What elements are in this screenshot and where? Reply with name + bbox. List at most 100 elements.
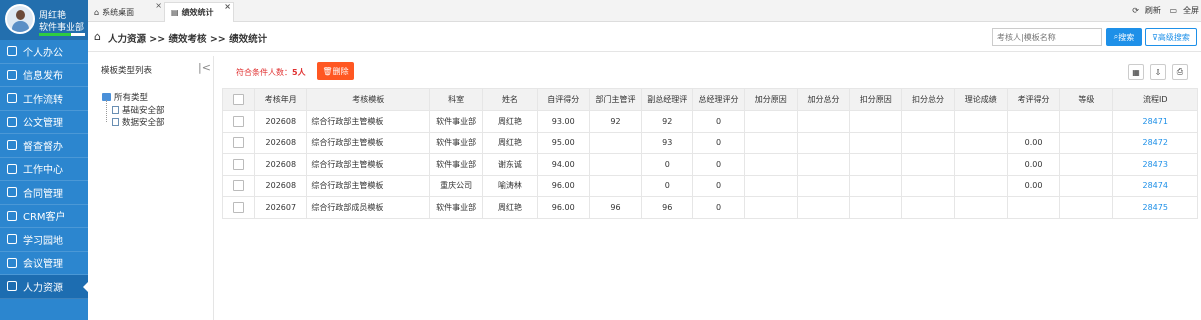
table-cell [743, 131, 798, 154]
column-header[interactable]: 理论成绩 [953, 88, 1008, 111]
sidebar-item[interactable]: 工作中心 [0, 158, 88, 181]
module-icon [7, 69, 17, 80]
process-id-link[interactable]: 28475 [1112, 196, 1198, 219]
refresh-button[interactable]: ⟳ 刷新 [1132, 6, 1161, 15]
table-cell [743, 174, 798, 197]
process-id-link[interactable]: 28472 [1112, 131, 1198, 154]
table-row[interactable]: 202607 综合行政部成员模板 软件事业部 周红艳 96.00 96 96 0 28475 [221, 196, 1198, 219]
advanced-search-label: 高级搜索 [1157, 32, 1190, 42]
result-count: 符合条件人数：5人 [236, 67, 306, 78]
process-id-link[interactable]: 28471 [1112, 110, 1198, 133]
search-label: 搜索 [1118, 32, 1135, 42]
column-header[interactable]: 加分总分 [796, 88, 851, 111]
sidebar-item[interactable]: 公文管理 [0, 111, 88, 134]
table-cell: 0.00 [1006, 153, 1061, 176]
columns-icon[interactable]: ▦ [1128, 64, 1144, 80]
tree-item-label: 基础安全部 [122, 106, 165, 116]
sidebar-item[interactable]: 人力资源 [0, 275, 89, 299]
tree-item[interactable]: 基础安全部 [112, 104, 165, 116]
tab-performance-stats[interactable]: ▤ 绩效统计 × [164, 2, 234, 22]
column-header[interactable]: 流程ID [1112, 88, 1198, 111]
home-icon[interactable]: ⌂ [94, 30, 101, 43]
table-cell [953, 110, 1008, 133]
column-header[interactable]: 考评得分 [1006, 88, 1061, 111]
table-row[interactable]: 202608 综合行政部主管模板 软件事业部 周红艳 95.00 93 0 0.00 28472 [221, 131, 1198, 154]
table-cell: 202608 [254, 174, 308, 197]
table-cell: 93.00 [536, 110, 590, 133]
sidebar-item[interactable]: 会议管理 [0, 252, 88, 275]
column-header[interactable]: 姓名 [482, 88, 538, 111]
search-input[interactable] [992, 28, 1102, 46]
module-icon [7, 257, 17, 268]
document-icon [112, 106, 119, 114]
sidebar-item[interactable]: 学习园地 [0, 228, 88, 252]
select-all-checkbox[interactable] [233, 94, 245, 105]
column-header[interactable]: 扣分原因 [849, 88, 903, 111]
column-header[interactable]: 扣分总分 [901, 88, 955, 111]
table-cell [953, 131, 1008, 154]
tab-system-desktop[interactable]: ⌂ 系统桌面 × [88, 1, 164, 22]
collapse-icon[interactable]: |< [198, 61, 211, 74]
column-header[interactable]: 总经理评分 [692, 88, 745, 111]
row-select-cell [221, 153, 256, 176]
tab-label: 系统桌面 [102, 7, 135, 17]
column-header[interactable]: 考核年月 [254, 88, 308, 111]
column-header[interactable]: 自评得分 [536, 88, 590, 111]
fullscreen-label: 全屏 [1183, 6, 1199, 15]
export-icon[interactable]: ⇩ [1150, 64, 1166, 80]
template-type-panel: 模板类型列表 |< 所有类型 基础安全部 数据安全部 [92, 56, 214, 320]
row-checkbox[interactable] [233, 180, 245, 192]
row-checkbox[interactable] [233, 158, 245, 170]
column-header[interactable]: 副总经理评 [641, 88, 694, 111]
print-icon[interactable]: ⎙ [1172, 64, 1188, 80]
sidebar-item[interactable]: 督查督办 [0, 134, 88, 158]
table-cell: 0 [692, 110, 745, 133]
row-select-cell [221, 131, 256, 154]
sidebar-item[interactable]: 个人办公 [0, 40, 88, 64]
process-id-link[interactable]: 28474 [1112, 174, 1198, 197]
table-cell [1059, 153, 1114, 176]
column-header[interactable]: 加分原因 [743, 88, 798, 111]
tab-tools: ⟳ 刷新 ▭ 全屏 [1126, 5, 1199, 16]
table-cell: 92 [588, 110, 643, 133]
search-button[interactable]: ⌕ 搜索 [1106, 28, 1142, 46]
module-icon [7, 163, 17, 174]
sidebar-item-label: CRM客户 [23, 212, 66, 224]
module-icon [7, 93, 17, 104]
column-header[interactable]: 等级 [1059, 88, 1114, 111]
fullscreen-button[interactable]: ▭ 全屏 [1169, 6, 1199, 15]
close-icon[interactable]: × [155, 1, 162, 10]
column-header[interactable]: 部门主管评 [588, 88, 643, 111]
sidebar-item[interactable]: 合同管理 [0, 181, 88, 205]
close-icon[interactable]: × [224, 2, 231, 11]
table-cell [743, 110, 798, 133]
module-icon [7, 46, 17, 57]
row-select-cell [221, 174, 256, 197]
sidebar-item[interactable]: CRM客户 [0, 205, 88, 228]
sidebar-item-label: 督查督办 [23, 141, 63, 153]
table-cell: 谢东诚 [482, 153, 538, 176]
sidebar-item[interactable]: 信息发布 [0, 64, 88, 87]
row-checkbox[interactable] [233, 137, 245, 149]
row-checkbox[interactable] [233, 201, 245, 213]
avatar[interactable] [5, 4, 35, 34]
table-cell [1059, 174, 1114, 197]
refresh-label: 刷新 [1144, 6, 1161, 15]
delete-label: 删除 [332, 66, 349, 76]
table-row[interactable]: 202608 综合行政部主管模板 软件事业部 谢东诚 94.00 0 0 0.00 28473 [221, 153, 1198, 176]
sidebar-item[interactable]: 工作流转 [0, 87, 88, 111]
sidebar-item-label: 信息发布 [23, 71, 63, 83]
row-checkbox[interactable] [233, 115, 245, 127]
delete-button[interactable]: 🗑 删除 [317, 62, 354, 80]
tree-item-label: 数据安全部 [122, 118, 165, 128]
column-header[interactable]: 考核模板 [306, 88, 431, 111]
table-row[interactable]: 202608 综合行政部主管模板 重庆公司 喻涛林 96.00 0 0 0.00 28474 [221, 174, 1198, 197]
advanced-search-button[interactable]: ⊽ 高级搜索 [1145, 28, 1197, 46]
table-cell [849, 174, 903, 197]
table-cell [743, 153, 798, 176]
process-id-link[interactable]: 28473 [1112, 153, 1198, 176]
table-cell: 0 [692, 131, 745, 154]
table-row[interactable]: 202608 综合行政部主管模板 软件事业部 周红艳 93.00 92 92 0 28471 [221, 110, 1198, 133]
column-header[interactable]: 科室 [429, 88, 484, 111]
tree-item[interactable]: 数据安全部 [112, 116, 165, 128]
